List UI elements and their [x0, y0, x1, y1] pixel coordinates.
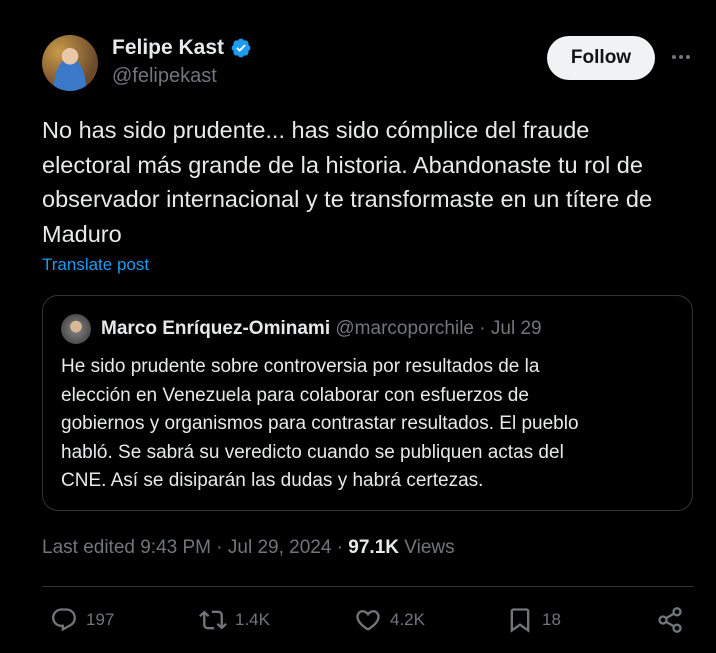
views-label: Views [399, 537, 455, 558]
divider [42, 586, 694, 587]
share-button[interactable] [656, 606, 684, 634]
quoted-author-avatar [61, 314, 91, 344]
bookmark-icon [510, 608, 530, 633]
quoted-text: He sido prudente sobre controversia por … [61, 353, 681, 496]
quoted-line: CNE. Así se disiparán las dudas y habrá … [61, 470, 484, 492]
bookmark-button[interactable]: 18 [506, 606, 561, 634]
views-count: 97.1K [348, 537, 399, 558]
edited-timestamp[interactable]: Last edited 9:43 PM · Jul 29, 2024 · [42, 537, 348, 558]
reply-button[interactable]: 197 [50, 606, 114, 634]
share-icon [658, 607, 682, 633]
follow-button[interactable]: Follow [547, 36, 655, 80]
tweet-text: No has sido prudente... has sido cómplic… [42, 113, 702, 251]
translate-post-link[interactable]: Translate post [42, 255, 149, 275]
post-meta: Last edited 9:43 PM · Jul 29, 2024 · 97.… [42, 537, 455, 559]
like-button[interactable]: 4.2K [354, 606, 425, 634]
author-name[interactable]: Felipe Kast [112, 36, 224, 60]
heart-icon [356, 610, 380, 631]
tweet-line: observador internacional y te transforma… [42, 186, 653, 212]
bookmark-count: 18 [542, 610, 561, 629]
author-name-row[interactable]: Felipe Kast [112, 36, 252, 60]
quoted-author-name: Marco Enríquez-Ominami [101, 318, 331, 339]
tweet-line: No has sido prudente... has sido cómplic… [42, 117, 590, 143]
reply-count: 197 [86, 610, 115, 629]
repost-button[interactable]: 1.4K [199, 606, 270, 634]
quoted-header: Marco Enríquez-Ominami @marcoporchile · … [101, 318, 542, 340]
tweet-line: electoral más grande de la historia. Aba… [42, 151, 643, 178]
quoted-handle-date: @marcoporchile · Jul 29 [335, 318, 542, 339]
reply-icon [52, 608, 76, 632]
tweet-line: Maduro [42, 220, 122, 247]
repost-count: 1.4K [235, 610, 270, 629]
author-handle[interactable]: @felipekast [112, 65, 217, 88]
quoted-post[interactable]: Marco Enríquez-Ominami @marcoporchile · … [42, 295, 693, 511]
quoted-line: gobiernos y organismos para contrastar r… [61, 413, 579, 435]
quoted-line: habló. Se sabrá su veredicto cuando se p… [61, 441, 564, 463]
like-count: 4.2K [390, 610, 425, 629]
quoted-line: elección en Venezuela para colaborar con… [61, 384, 529, 406]
author-avatar[interactable] [42, 35, 98, 91]
verified-badge-icon [231, 38, 251, 58]
more-options-icon[interactable] [668, 47, 694, 67]
quoted-line: He sido prudente sobre controversia por … [61, 356, 540, 377]
repost-icon [199, 610, 227, 630]
